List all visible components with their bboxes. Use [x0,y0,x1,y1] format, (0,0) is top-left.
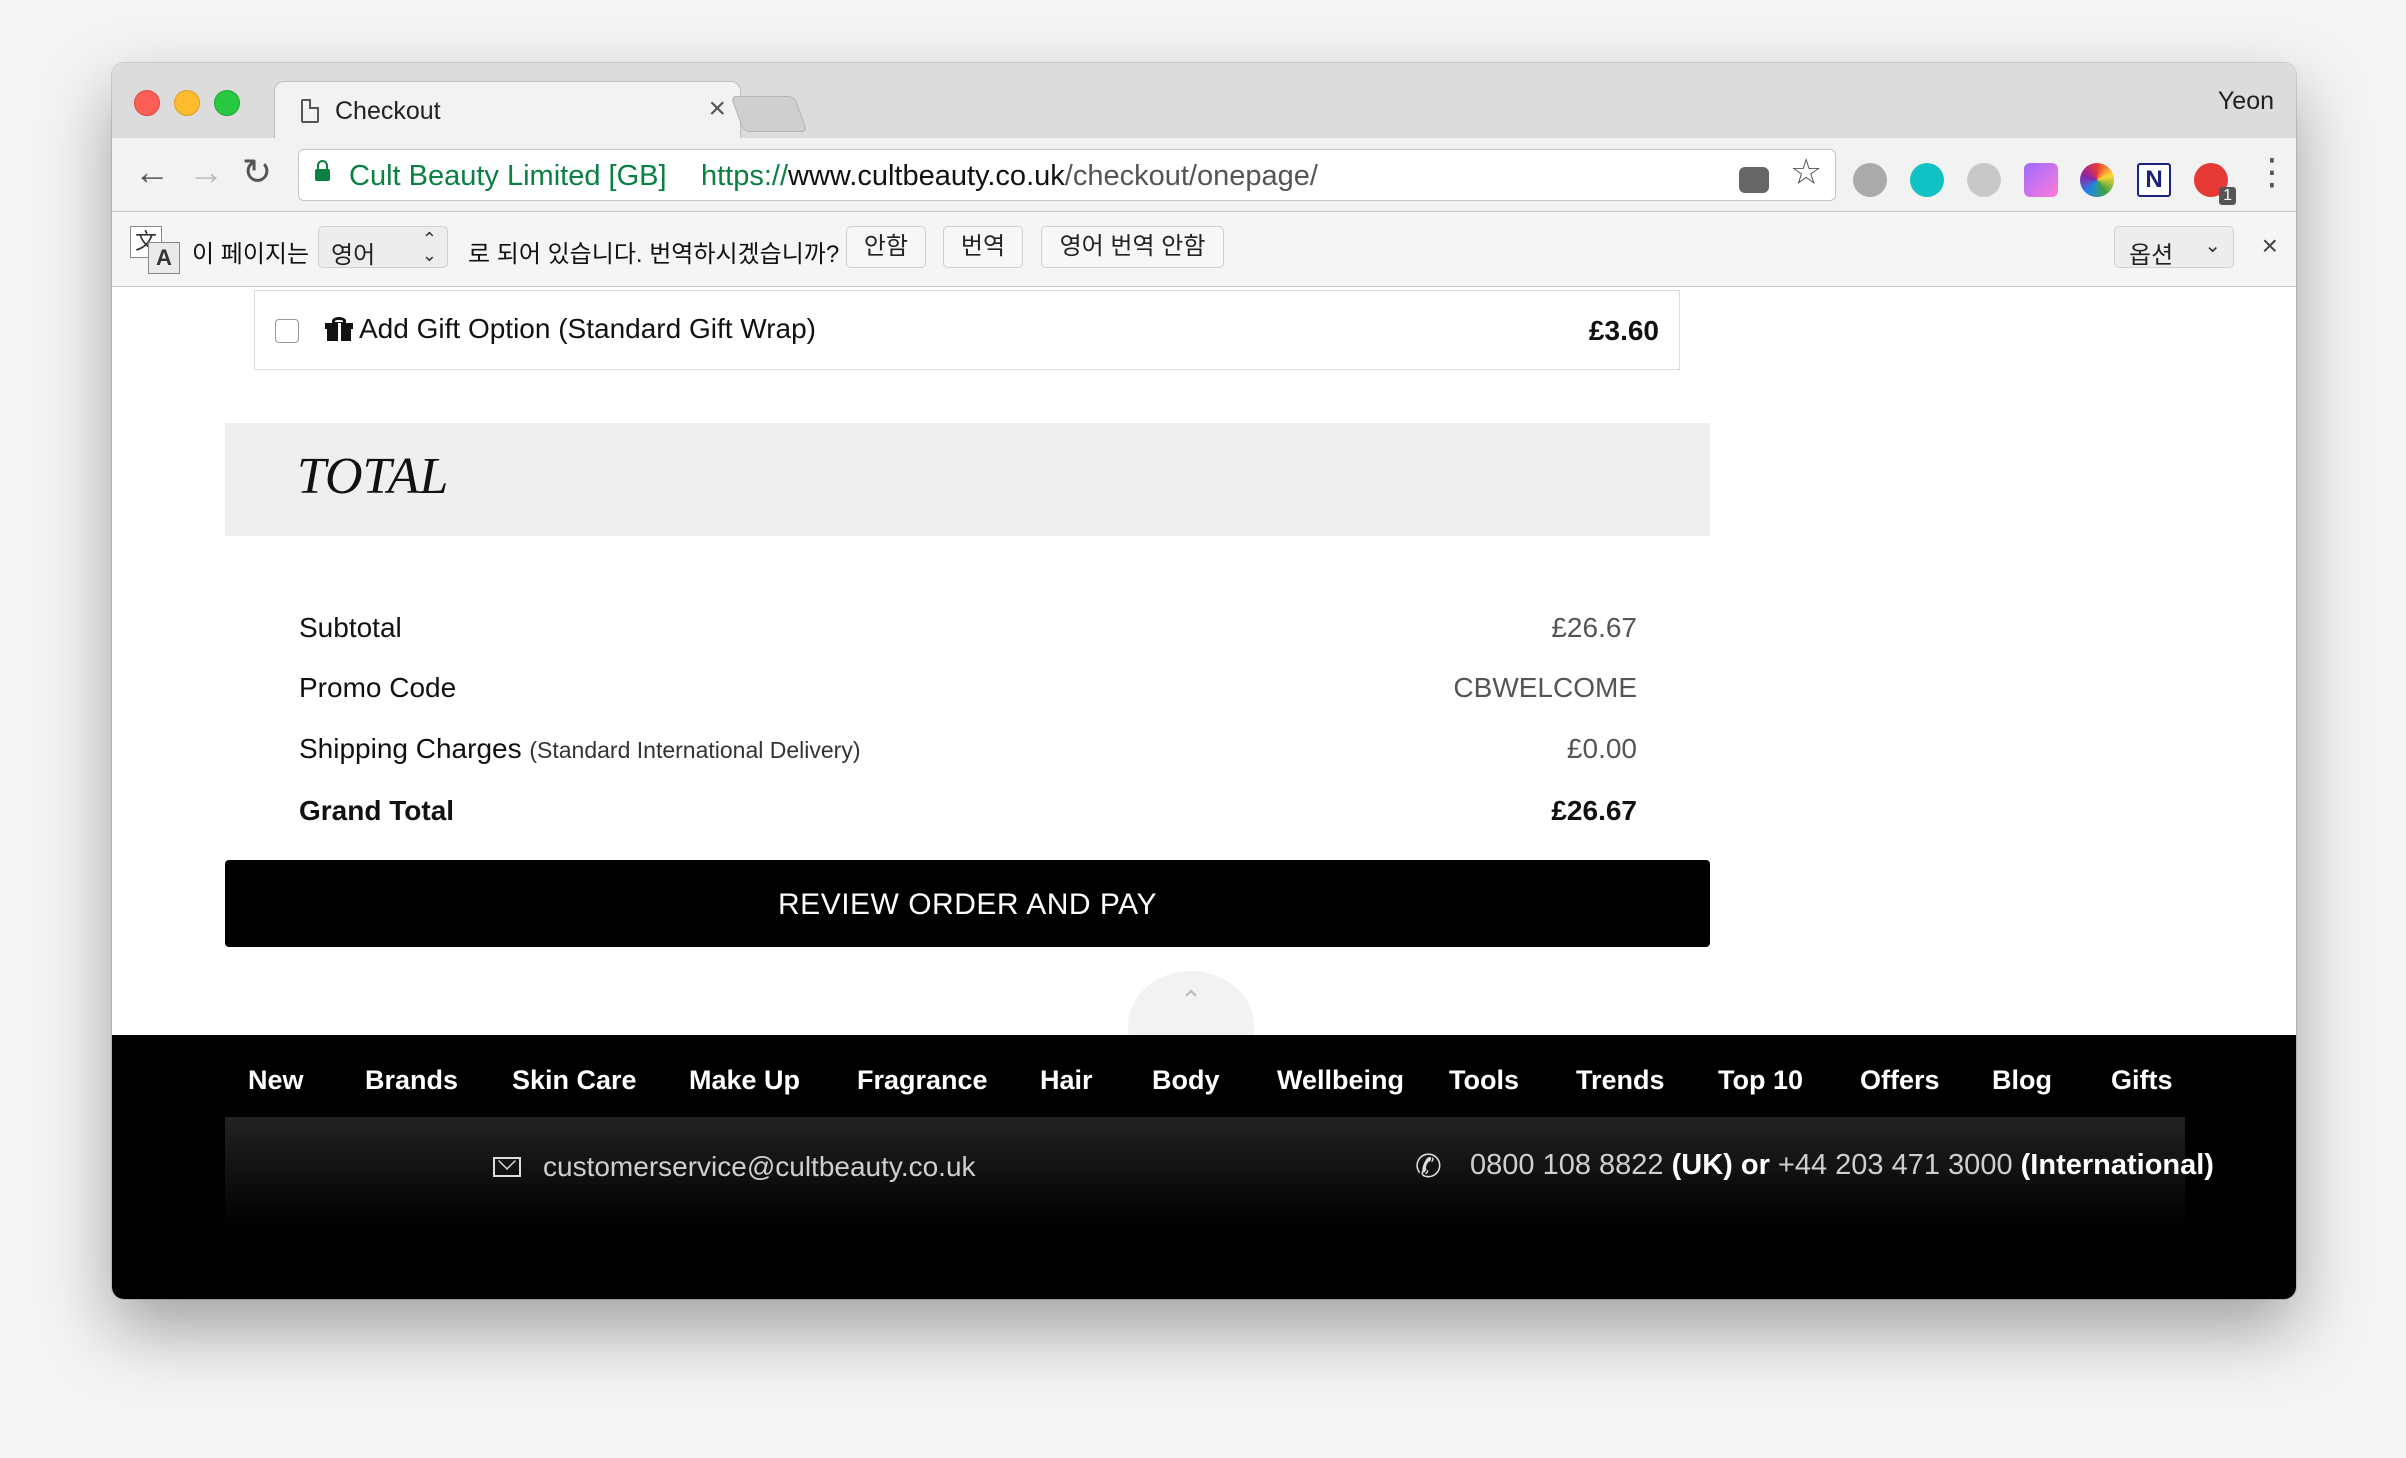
language-select[interactable]: 영어 ⌃ ⌄ [318,226,448,269]
mail-icon [493,1157,521,1177]
footer-nav-gifts[interactable]: Gifts [2111,1065,2173,1096]
reload-icon[interactable]: ↻ [242,152,272,192]
tab-strip: Checkout × Yeon [112,63,2296,140]
footer-nav-trends[interactable]: Trends [1576,1065,1665,1096]
chevron-down-icon: ⌄ [2204,235,2221,257]
close-icon[interactable]: × [2262,230,2278,262]
translate-bar: 文 A 이 페이지는 영어 ⌃ ⌄ 로 되어 있습니다. 번역하시겠습니까? 안함… [112,212,2296,287]
n-extension-icon[interactable]: N [2137,163,2171,197]
grey-extension-icon[interactable] [1967,163,2001,197]
phone-international[interactable]: +44 203 471 3000 [1778,1149,2013,1181]
footer-nav-new[interactable]: New [248,1065,304,1096]
footer: New Brands Skin Care Make Up Fragrance H… [112,1035,2296,1299]
summary-label: Subtotal [299,612,402,643]
footer-nav-wellbeing[interactable]: Wellbeing [1277,1065,1404,1096]
translate-options-label: 옵션 [2129,242,2174,269]
page-icon [301,99,319,123]
footer-nav-top-10[interactable]: Top 10 [1718,1065,1803,1096]
footer-nav-skin-care[interactable]: Skin Care [512,1065,637,1096]
new-tab-button[interactable] [730,96,808,132]
phone-icon: ✆ [1415,1148,1442,1184]
translate-button[interactable]: 번역 [943,226,1023,268]
forward-arrow-icon[interactable]: → [188,152,224,192]
globe-icon[interactable] [1853,163,1887,197]
translate-options-select[interactable]: 옵션 ⌄ [2114,226,2234,269]
footer-nav-brands[interactable]: Brands [365,1065,458,1096]
gift-option-label: Add Gift Option (Standard Gift Wrap) [359,313,817,344]
language-select-value: 영어 [331,242,376,269]
summary-label: Promo Code [299,672,457,703]
translate-glyph-target: A [148,242,180,274]
updown-chevron-icon: ⌃ ⌄ [421,229,437,265]
url-scheme: https:// [701,160,789,192]
menu-dots-icon[interactable]: ⋮ [2254,152,2290,192]
pocket-icon[interactable] [1739,167,1769,193]
back-arrow-icon[interactable]: ← [134,152,170,192]
page-content: Add Gift Option (Standard Gift Wrap) £3.… [112,287,2296,1299]
browser-toolbar: ← → ↻ Cult Beauty Limited [GB] https://w… [112,138,2296,212]
gift-icon [325,317,353,341]
ev-certificate-label[interactable]: Cult Beauty Limited [GB] [349,160,667,193]
shipping-method-note: (Standard International Delivery) [529,737,861,763]
grand-total-label: Grand Total [299,795,455,826]
tab-close-icon[interactable]: × [708,92,726,126]
chevron-up-icon: ⌃ [1180,985,1202,1015]
address-bar[interactable]: Cult Beauty Limited [GB] https://www.cul… [298,149,1836,201]
review-order-and-pay-button[interactable]: REVIEW ORDER AND PAY [225,860,1710,947]
translate-suffix: 로 되어 있습니다. 번역하시겠습니까? [468,241,840,268]
gift-option-price: £3.60 [1588,315,1659,346]
total-header: TOTAL [225,423,1710,536]
total-title: TOTAL [297,448,449,505]
red-extension-icon[interactable]: 1 [2194,163,2236,205]
translate-icon: 文 A [130,226,180,274]
minimize-window-button[interactable] [174,90,200,116]
footer-nav-tools[interactable]: Tools [1449,1065,1519,1096]
phone-uk-label: (UK) or [1671,1149,1770,1181]
phone-international-label: (International) [2020,1149,2214,1181]
bookmark-star-icon[interactable]: ☆ [1790,152,1822,192]
footer-nav-fragrance[interactable]: Fragrance [857,1065,988,1096]
summary-row-grand-total: Grand Total £26.67 [299,795,1637,835]
url-host: www.cultbeauty.co.uk [788,160,1065,192]
summary-value: CBWELCOME [1453,672,1637,703]
extension-badge: 1 [2219,187,2236,205]
footer-nav-offers[interactable]: Offers [1860,1065,1940,1096]
url-text[interactable]: https://www.cultbeauty.co.uk/checkout/on… [701,160,1318,193]
zoom-window-button[interactable] [214,90,240,116]
phone-numbers: 0800 108 8822 (UK) or +44 203 471 3000 (… [1470,1149,2214,1182]
grand-total-value: £26.67 [1551,795,1637,826]
translate-prefix: 이 페이지는 [192,241,310,268]
tab-checkout[interactable]: Checkout × [274,81,741,140]
footer-nav: New Brands Skin Care Make Up Fragrance H… [112,1065,2296,1109]
gift-option-row[interactable]: Add Gift Option (Standard Gift Wrap) £3.… [254,290,1680,370]
summary-label: Shipping Charges (Standard International… [299,733,860,765]
close-window-button[interactable] [134,90,160,116]
summary-value: £0.00 [1566,733,1637,764]
summary-row-promo: Promo Code CBWELCOME [299,672,1637,712]
shipping-label: Shipping Charges [299,733,522,764]
translate-never-button[interactable]: 안함 [846,226,926,268]
gradient-extension-icon[interactable] [2024,163,2058,197]
browser-window: Checkout × Yeon ← → ↻ Cult Beauty Limite… [112,63,2296,1299]
footer-nav-blog[interactable]: Blog [1992,1065,2052,1096]
never-translate-language-button[interactable]: 영어 번역 안함 [1041,226,1224,268]
contact-strip: customerservice@cultbeauty.co.uk ✆ 0800 … [225,1117,2214,1227]
lock-icon [315,160,330,181]
summary-row-shipping: Shipping Charges (Standard International… [299,733,1637,773]
footer-nav-make-up[interactable]: Make Up [689,1065,800,1096]
footer-nav-body[interactable]: Body [1152,1065,1220,1096]
footer-nav-hair[interactable]: Hair [1040,1065,1093,1096]
gift-option-checkbox[interactable] [275,319,299,343]
m-extension-icon[interactable] [1910,163,1944,197]
customer-service-email-link[interactable]: customerservice@cultbeauty.co.uk [543,1151,976,1183]
tab-title: Checkout [335,97,441,125]
summary-value: £26.67 [1551,612,1637,643]
color-wheel-icon[interactable] [2080,163,2114,197]
profile-name[interactable]: Yeon [2218,87,2274,116]
url-path: /checkout/onepage/ [1064,160,1318,192]
phone-uk[interactable]: 0800 108 8822 [1470,1149,1664,1181]
summary-row-subtotal: Subtotal £26.67 [299,612,1637,652]
